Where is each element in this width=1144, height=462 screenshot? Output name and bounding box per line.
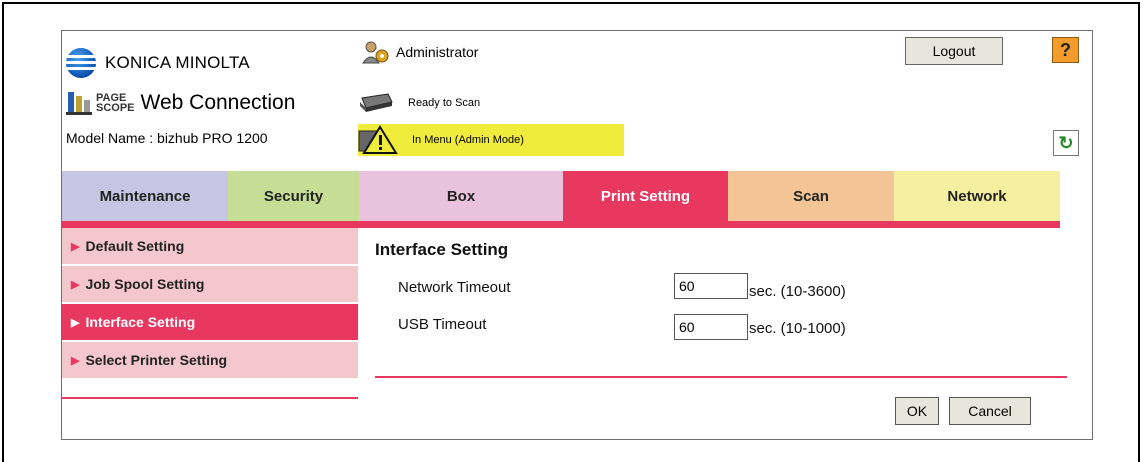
sidebar-item-select-printer-setting[interactable]: ▶ Select Printer Setting	[62, 342, 358, 380]
device-status: Ready to Scan	[358, 92, 480, 114]
sidebar-item-job-spool-setting[interactable]: ▶ Job Spool Setting	[62, 266, 358, 304]
status-menu-text: In Menu (Admin Mode)	[412, 134, 524, 146]
tab-security[interactable]: Security	[228, 171, 359, 221]
arrow-right-icon: ▶	[71, 316, 80, 329]
product-logo: PAGE SCOPE Web Connection	[66, 90, 295, 116]
ok-button[interactable]: OK	[895, 397, 939, 425]
arrow-right-icon: ▶	[71, 354, 80, 367]
pagescope-bottom: SCOPE	[96, 102, 135, 114]
company-name: KONICA MINOLTA	[105, 53, 250, 72]
sidebar-item-interface-setting[interactable]: ▶ Interface Setting	[62, 304, 358, 342]
cancel-button[interactable]: Cancel	[949, 397, 1031, 425]
warning-icon	[358, 125, 398, 155]
usb-timeout-unit: sec. (10-1000)	[749, 320, 846, 337]
tab-maintenance[interactable]: Maintenance	[62, 171, 228, 221]
sidebar-item-label: Default Setting	[85, 238, 185, 254]
status-ready-text: Ready to Scan	[408, 97, 481, 109]
arrow-right-icon: ▶	[71, 278, 80, 291]
pagescope-icon	[66, 90, 94, 116]
arrow-right-icon: ▶	[71, 240, 80, 253]
page-title: Interface Setting	[375, 240, 509, 259]
content-divider	[375, 376, 1067, 378]
usb-timeout-input[interactable]	[674, 314, 748, 340]
network-timeout-input[interactable]	[674, 273, 748, 299]
company-logo: KONICA MINOLTA	[66, 48, 250, 78]
network-timeout-unit: sec. (10-3600)	[749, 283, 846, 300]
sidebar: ▶ Default Setting ▶ Job Spool Setting ▶ …	[62, 228, 358, 380]
tab-network[interactable]: Network	[894, 171, 1060, 221]
sidebar-item-label: Select Printer Setting	[85, 352, 228, 368]
tab-underline	[62, 221, 1060, 228]
usb-timeout-label: USB Timeout	[398, 316, 487, 333]
user-name: Administrator	[396, 44, 479, 60]
main-tabs: Maintenance Security Box Print Setting S…	[62, 171, 1060, 221]
product-name: Web Connection	[140, 91, 296, 114]
tab-scan[interactable]: Scan	[728, 171, 894, 221]
tab-print-setting[interactable]: Print Setting	[563, 171, 728, 221]
sidebar-item-label: Job Spool Setting	[85, 276, 205, 292]
scanner-icon	[358, 92, 394, 114]
admin-user-icon	[362, 40, 390, 64]
sidebar-divider	[62, 397, 358, 399]
help-button[interactable]: ?	[1052, 37, 1079, 63]
sidebar-item-label: Interface Setting	[85, 314, 196, 330]
network-timeout-label: Network Timeout	[398, 279, 511, 296]
tab-box[interactable]: Box	[359, 171, 563, 221]
user-indicator: Administrator	[362, 40, 478, 64]
logout-button[interactable]: Logout	[905, 37, 1003, 65]
model-name: Model Name : bizhub PRO 1200	[66, 130, 268, 146]
sidebar-item-default-setting[interactable]: ▶ Default Setting	[62, 228, 358, 266]
menu-status-banner: In Menu (Admin Mode)	[358, 124, 624, 156]
refresh-icon[interactable]: ↻	[1053, 130, 1079, 156]
globe-icon	[66, 48, 96, 78]
